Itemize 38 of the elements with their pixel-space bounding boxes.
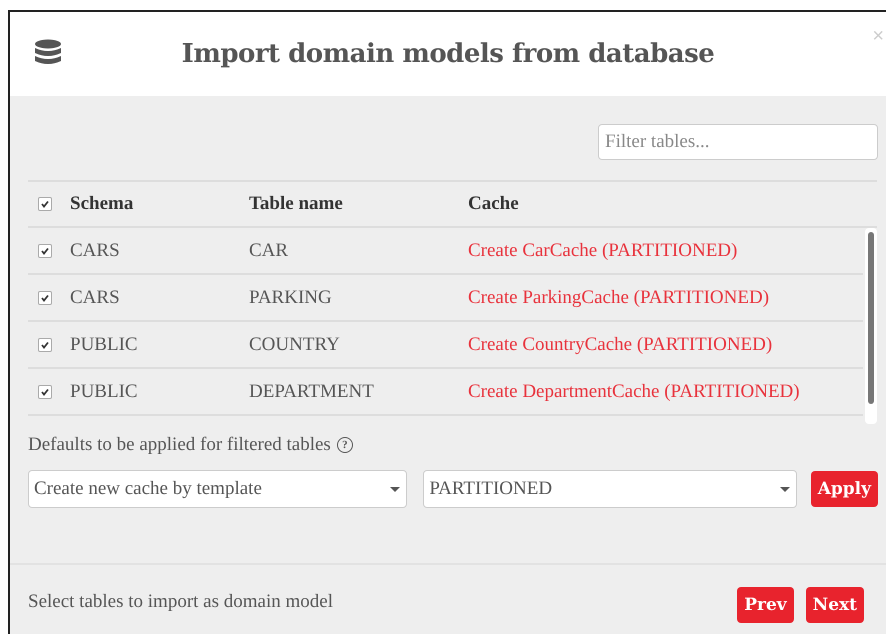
template-dropdown[interactable]: PARTITIONED bbox=[423, 470, 797, 508]
table-cell-text: COUNTRY bbox=[249, 334, 341, 356]
defaults-label: Defaults to be applied for filtered tables bbox=[28, 434, 331, 456]
cache-link[interactable]: Create ParkingCache (PARTITIONED) bbox=[468, 286, 770, 308]
checkbox[interactable] bbox=[38, 290, 52, 304]
nav-button[interactable]: Prev bbox=[737, 587, 794, 623]
table-cell-text: PARKING bbox=[249, 286, 333, 308]
help-icon[interactable]: ? bbox=[336, 437, 353, 453]
filter-field[interactable]: Filter tables... bbox=[598, 124, 878, 160]
column-header: Schema bbox=[70, 193, 134, 215]
checkbox[interactable] bbox=[38, 338, 52, 352]
checkbox[interactable] bbox=[38, 197, 52, 211]
table-cell-text: CARS bbox=[70, 286, 121, 308]
dialog-title: Import domain models from database bbox=[182, 39, 714, 69]
apply-button[interactable]: Apply bbox=[810, 471, 878, 507]
nav-button[interactable]: Next bbox=[806, 587, 864, 623]
check-icon bbox=[40, 199, 50, 209]
table-cell-text: CARS bbox=[70, 240, 121, 262]
caret-icon bbox=[780, 486, 790, 492]
check-icon bbox=[40, 340, 50, 350]
checkbox[interactable] bbox=[38, 244, 52, 258]
table-cell-text: DEPARTMENT bbox=[249, 380, 375, 402]
cache-link[interactable]: Create DepartmentCache (PARTITIONED) bbox=[468, 380, 800, 402]
column-header: Table name bbox=[249, 193, 344, 215]
column-header: Cache bbox=[468, 193, 519, 215]
check-icon bbox=[40, 292, 50, 302]
footer-hint: Select tables to import as domain model bbox=[28, 591, 333, 614]
check-icon bbox=[40, 246, 50, 256]
cache-link[interactable]: Create CarCache (PARTITIONED) bbox=[468, 240, 738, 262]
action-dropdown[interactable]: Create new cache by template bbox=[28, 470, 408, 508]
table-cell-text: PUBLIC bbox=[70, 380, 139, 402]
table-cell-text: CAR bbox=[249, 240, 290, 262]
scrollbar-thumb[interactable] bbox=[868, 232, 874, 404]
table-cell-text: PUBLIC bbox=[70, 334, 139, 356]
caret-icon bbox=[390, 486, 400, 492]
check-icon bbox=[40, 386, 50, 396]
checkbox[interactable] bbox=[38, 384, 52, 398]
cache-link[interactable]: Create CountryCache (PARTITIONED) bbox=[468, 334, 772, 356]
